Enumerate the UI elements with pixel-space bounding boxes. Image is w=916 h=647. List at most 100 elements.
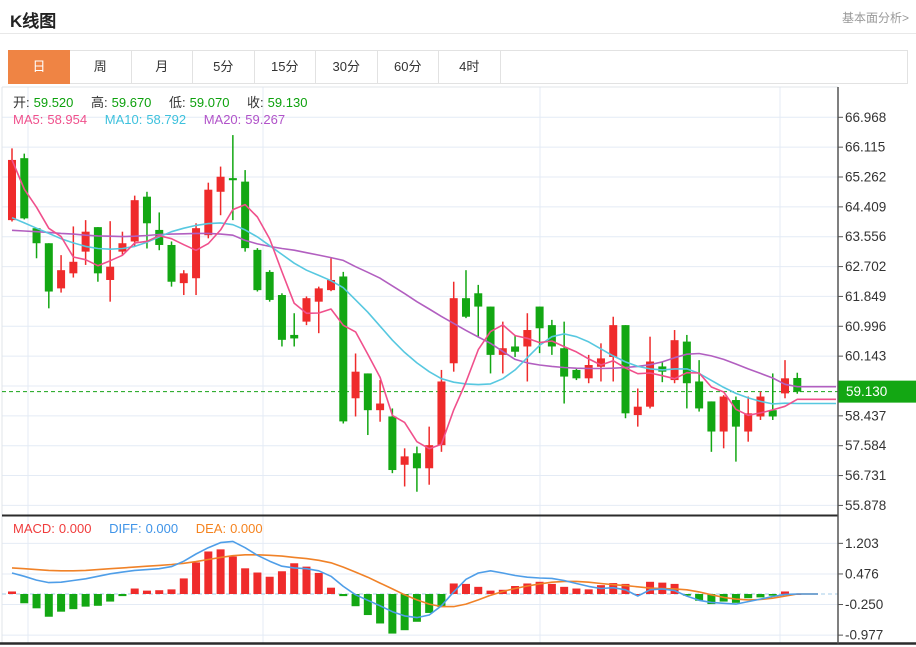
candle-body <box>401 456 409 464</box>
macd-bar <box>8 591 16 594</box>
candle-body <box>241 182 249 249</box>
dea-value: 0.000 <box>230 521 263 536</box>
macd-bar <box>302 567 310 594</box>
ma20-value: 59.267 <box>245 112 285 127</box>
candle-body <box>229 178 237 180</box>
macd-value: 0.000 <box>59 521 92 536</box>
tab-60min[interactable]: 60分 <box>378 51 440 83</box>
macd-info-row: MACD:0.000 DIFF:0.000 DEA:0.000 <box>13 521 267 536</box>
price-tick-label: 60.143 <box>845 349 886 364</box>
macd-bar <box>585 589 593 594</box>
candle-body <box>217 177 225 192</box>
candle-body <box>793 378 801 392</box>
macd-bar <box>487 591 495 594</box>
macd-bar <box>401 594 409 630</box>
candle-body <box>315 288 323 301</box>
candle-body <box>720 397 728 432</box>
candle-body <box>278 295 286 340</box>
macd-bar <box>143 591 151 594</box>
close-label: 收: <box>247 95 264 110</box>
open-value: 59.520 <box>34 95 74 110</box>
page-header: K线图 基本面分析> <box>0 0 916 34</box>
ma20-label: MA20: <box>204 112 242 127</box>
candle-body <box>364 373 372 410</box>
macd-bar <box>131 589 139 594</box>
price-tick-label: 64.409 <box>845 199 886 214</box>
macd-bar <box>744 594 752 598</box>
macd-label: MACD: <box>13 521 55 536</box>
macd-bar <box>118 594 126 596</box>
tab-30min[interactable]: 30分 <box>316 51 378 83</box>
price-tick-label: 57.584 <box>845 438 887 453</box>
candle-body <box>33 228 41 243</box>
candle-body <box>634 407 642 415</box>
macd-pane <box>2 541 838 633</box>
ma20-line <box>12 230 836 386</box>
page-title: K线图 <box>10 7 56 32</box>
macd-bar <box>33 594 41 608</box>
candle-body <box>671 340 679 380</box>
high-value: 59.670 <box>112 95 152 110</box>
price-tick-label: 56.731 <box>845 468 886 483</box>
candle-body <box>69 262 77 274</box>
macd-bar <box>560 587 568 594</box>
macd-bar <box>94 594 102 606</box>
candle-body <box>388 416 396 470</box>
candle-body <box>511 346 519 351</box>
macd-bar <box>278 571 286 594</box>
fundamental-analysis-link[interactable]: 基本面分析> <box>842 9 909 26</box>
candle-body <box>781 378 789 393</box>
macd-bar <box>45 594 53 617</box>
macd-bar <box>57 594 65 612</box>
price-tick-label: 65.262 <box>845 170 886 185</box>
macd-tick-label: 0.476 <box>845 566 879 581</box>
macd-tick-label: 1.203 <box>845 536 879 551</box>
candle-body <box>609 325 617 357</box>
macd-bar <box>266 577 274 594</box>
candle-body <box>474 293 482 306</box>
ohlc-info-row: 开:59.520 高:59.670 低:59.070 收:59.130 <box>13 92 311 111</box>
candle-body <box>339 276 347 421</box>
price-tick-label: 58.437 <box>845 408 886 423</box>
diff-label: DIFF: <box>109 521 142 536</box>
tab-monthly[interactable]: 月 <box>132 51 194 83</box>
macd-bar <box>253 573 261 594</box>
ma10-line <box>12 218 836 404</box>
candle-body <box>143 197 151 224</box>
candle-body <box>266 272 274 300</box>
period-tabbar: 日 周 月 5分 15分 30分 60分 4时 <box>8 50 908 84</box>
candle-body <box>376 404 384 411</box>
ma5-label: MA5: <box>13 112 43 127</box>
macd-bar <box>217 549 225 594</box>
candle-body <box>45 243 53 291</box>
ma10-value: 58.792 <box>146 112 186 127</box>
tab-weekly[interactable]: 周 <box>70 51 132 83</box>
macd-bar <box>474 587 482 594</box>
candle-body <box>683 342 691 384</box>
macd-bar <box>315 573 323 594</box>
macd-bar <box>339 594 347 596</box>
tab-15min[interactable]: 15分 <box>255 51 317 83</box>
macd-bar <box>327 588 335 594</box>
tab-daily[interactable]: 日 <box>8 50 70 84</box>
price-axis: 66.96866.11565.26264.40963.55662.70261.8… <box>838 110 887 643</box>
price-tick-label: 66.115 <box>845 140 885 155</box>
ma5-value: 58.954 <box>47 112 87 127</box>
tab-5min[interactable]: 5分 <box>193 51 255 83</box>
candle-body <box>413 453 421 468</box>
dea-label: DEA: <box>196 521 226 536</box>
macd-bar <box>376 594 384 623</box>
candle-body <box>572 370 580 378</box>
macd-bar <box>462 584 470 594</box>
candle-body <box>57 270 65 288</box>
candle-body <box>106 267 114 280</box>
macd-bar <box>20 594 28 603</box>
candle-body <box>302 298 310 321</box>
tab-4hour[interactable]: 4时 <box>439 51 501 83</box>
macd-bar <box>82 594 90 607</box>
price-tick-label: 63.556 <box>845 229 886 244</box>
open-label: 开: <box>13 95 30 110</box>
macd-tick-label: -0.977 <box>845 628 883 643</box>
candle-body <box>462 298 470 317</box>
candle-body <box>536 307 544 329</box>
